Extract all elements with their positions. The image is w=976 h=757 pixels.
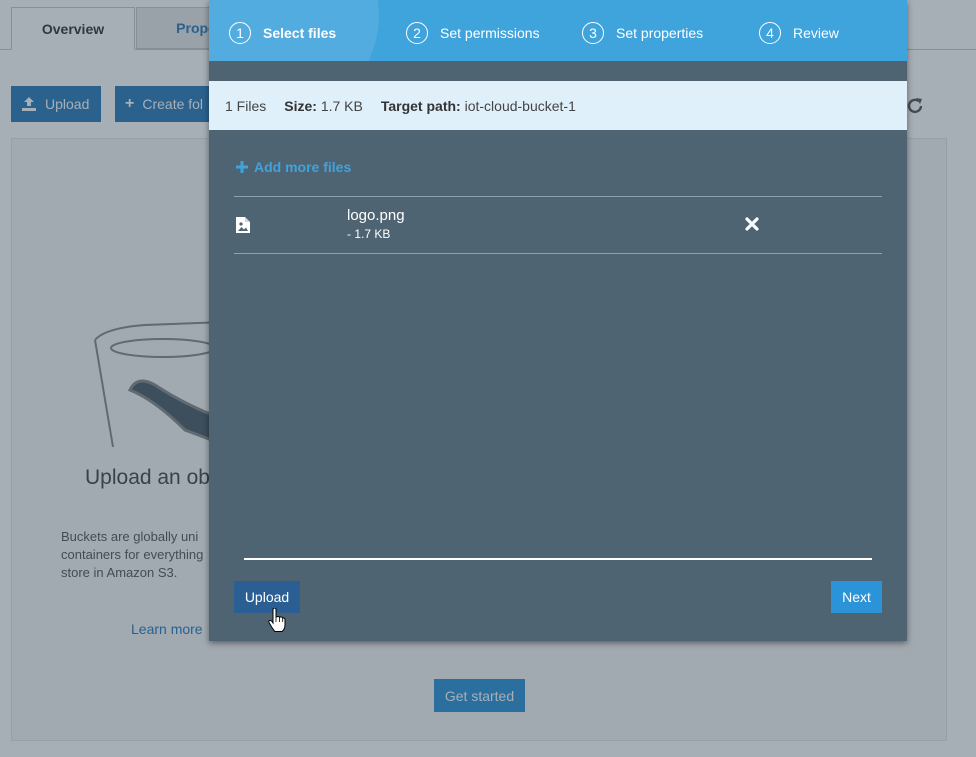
step-label: Review: [793, 25, 839, 41]
step-number: 4: [759, 22, 781, 44]
files-count: 1 Files: [225, 97, 267, 114]
hand-cursor-icon: [268, 608, 286, 632]
file-list: logo.png - 1.7 KB: [234, 196, 882, 254]
add-more-files-link[interactable]: Add more files: [236, 159, 351, 175]
step-review[interactable]: 4 Review: [759, 22, 839, 44]
wizard-steps: 1 Select files 2 Set permissions 3 Set p…: [209, 0, 907, 61]
file-name: logo.png: [347, 207, 405, 224]
size-value: 1.7 KB: [320, 97, 363, 114]
upload-progress-line: [244, 558, 872, 560]
step-set-permissions[interactable]: 2 Set permissions: [406, 22, 540, 44]
step-number: 1: [229, 22, 251, 44]
size-label: Size:: [284, 97, 317, 114]
step-number: 3: [582, 22, 604, 44]
step-label: Set properties: [616, 25, 704, 41]
upload-summary-bar: 1 Files Size: 1.7 KB Target path: iot-cl…: [209, 81, 907, 130]
target-path-value: iot-cloud-bucket-1: [464, 97, 576, 114]
plus-icon: [236, 161, 248, 173]
next-button[interactable]: Next: [831, 581, 882, 613]
step-set-properties[interactable]: 3 Set properties: [582, 22, 703, 44]
upload-button[interactable]: Upload: [234, 581, 300, 613]
file-size: - 1.7 KB: [347, 227, 391, 241]
image-file-icon: [236, 217, 250, 233]
target-path-label: Target path:: [380, 97, 461, 114]
remove-file-icon[interactable]: [745, 217, 759, 231]
target-path-summary: Target path: iot-cloud-bucket-1: [381, 98, 576, 114]
step-select-files[interactable]: 1 Select files: [229, 22, 336, 44]
step-number: 2: [406, 22, 428, 44]
step-label: Select files: [263, 25, 337, 41]
size-summary: Size: 1.7 KB: [284, 98, 363, 114]
upload-wizard-modal: 1 Select files 2 Set permissions 3 Set p…: [209, 0, 907, 641]
steps-divider: [209, 61, 907, 81]
step-label: Set permissions: [440, 25, 540, 41]
add-more-files-label: Add more files: [254, 159, 352, 175]
